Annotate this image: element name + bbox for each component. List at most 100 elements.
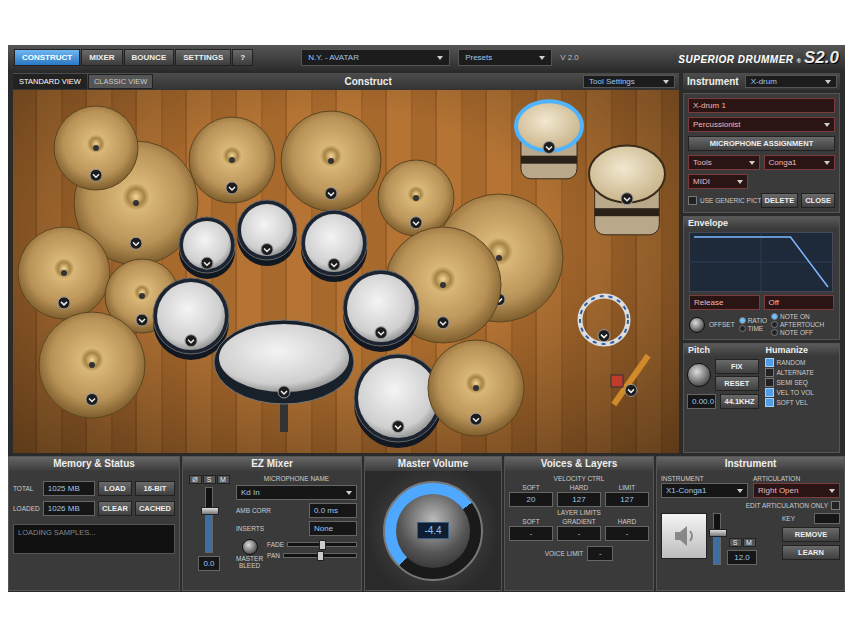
category-dropdown[interactable]: Percussionist [688,117,835,132]
tom-piece[interactable] [354,354,442,448]
mic-dropdown[interactable]: Kd In [236,485,357,500]
main-tab[interactable]: SETTINGS [175,49,231,66]
humanize-option[interactable]: ALTERNATE [765,368,837,377]
velocity-value[interactable]: 127 [605,492,649,507]
main-tab[interactable]: ? [232,49,253,66]
instrument-action-button[interactable]: CLOSE [801,193,835,208]
piece-menu-icon[interactable] [625,384,637,396]
piece-menu-icon[interactable] [226,182,238,194]
envelope-graph[interactable] [689,232,833,292]
fader-handle[interactable] [709,529,727,537]
tom-piece[interactable] [301,210,367,282]
piece-menu-icon[interactable] [621,193,633,205]
layer-value[interactable]: - [557,526,601,541]
microphone-assignment-button[interactable]: MICROPHONE ASSIGNMENT [688,136,835,151]
piece-menu-icon[interactable] [437,317,449,329]
piece-menu-icon[interactable] [410,217,422,229]
instrument-bottom-button[interactable]: LEARN [782,545,840,560]
piece-menu-icon[interactable] [543,141,555,153]
mode-radio[interactable]: RATIO [739,317,767,324]
midi-dropdown[interactable]: MIDI [688,174,748,189]
trigger-radio[interactable]: NOTE OFF [771,329,824,336]
humanize-option[interactable]: SOFT VEL [765,398,837,407]
humanize-option[interactable]: SEMI SEQ [765,378,837,387]
generic-picture-checkbox[interactable]: USE GENERIC PICTURE [688,196,758,205]
pitch-button[interactable]: RESET [715,376,759,391]
channel-button[interactable]: S [729,538,742,547]
voice-limit-value[interactable]: - [587,546,613,561]
master-bleed-knob[interactable] [242,539,258,555]
fader[interactable] [205,487,213,553]
field-value[interactable]: 0.0 ms [309,503,357,518]
view-tab[interactable]: STANDARD VIEW [13,74,87,89]
tools-dropdown[interactable]: Tools [688,155,760,170]
slider[interactable] [287,542,357,547]
envelope-value-field[interactable]: Off [764,295,835,310]
articulation-select[interactable]: Right Open [753,483,840,498]
slider[interactable] [283,553,357,558]
kick-piece[interactable] [214,320,354,432]
tambourine-piece[interactable] [580,296,628,344]
piece-menu-icon[interactable] [325,188,337,200]
preview-pad[interactable] [661,513,707,559]
mode-radio[interactable]: TIME [739,325,767,332]
main-tab[interactable]: MIXER [81,49,122,66]
channel-button[interactable]: M [217,475,230,484]
piece-menu-icon[interactable] [201,257,213,269]
trigger-radio[interactable]: AFTERTOUCH [771,321,824,328]
channel-button[interactable]: Ø [189,475,202,484]
offset-knob[interactable] [689,317,705,333]
tom-piece[interactable] [237,200,297,266]
main-tab[interactable]: CONSTRUCT [14,49,80,66]
cymbal-piece[interactable] [189,117,275,203]
field-value[interactable]: None [309,521,357,536]
pitch-button[interactable]: FIX [715,359,759,374]
piece-menu-icon[interactable] [90,169,102,181]
piece-menu-icon[interactable] [328,258,340,270]
piece-menu-icon[interactable] [185,335,197,347]
piece-menu-icon[interactable] [136,314,148,326]
instrument-fader[interactable] [713,513,721,565]
piece-menu-icon[interactable] [392,421,404,433]
velocity-value[interactable]: 20 [509,492,553,507]
velocity-value[interactable]: 127 [557,492,601,507]
piece-menu-icon[interactable] [58,297,70,309]
cymbal-piece[interactable] [54,106,138,190]
tool-settings-dropdown[interactable]: Tool Settings [583,75,675,88]
layer-value[interactable]: - [509,526,553,541]
conga-piece[interactable] [589,146,665,235]
piece-menu-icon[interactable] [598,330,610,342]
instrument-dropdown[interactable]: Conga1 [764,155,836,170]
memory-button[interactable]: 16-BIT [135,481,175,496]
cymbal-piece[interactable] [18,227,110,319]
instrument-type-dropdown[interactable]: X-drum [745,75,837,88]
fader-handle[interactable] [201,507,219,515]
main-tab[interactable]: BOUNCE [124,49,175,66]
instrument-name-field[interactable]: X-drum 1 [688,98,835,113]
key-field[interactable] [814,513,840,524]
channel-button[interactable]: S [203,475,216,484]
cymbal-piece[interactable] [39,312,145,418]
pitch-knob[interactable] [687,363,711,387]
humanize-option[interactable]: RANDOM [765,358,837,367]
trigger-radio[interactable]: NOTE ON [771,313,824,320]
channel-button[interactable]: M [743,538,756,547]
piece-menu-icon[interactable] [130,237,142,249]
kit-preset-dropdown[interactable]: N.Y. - AVATAR [301,49,450,66]
pitch-value[interactable]: 0.00.0 [687,394,716,409]
cymbal-piece[interactable] [428,340,524,436]
instrument-select[interactable]: X1-Conga1 [661,483,748,498]
tom-piece[interactable] [343,270,419,352]
memory-button[interactable]: LOAD [98,481,132,496]
humanize-option[interactable]: VEL TO VOL [765,388,837,397]
edit-articulation-only-checkbox[interactable]: EDIT ARTICULATION ONLY [661,501,840,510]
cymbal-piece[interactable] [378,160,454,236]
piece-menu-icon[interactable] [86,393,98,405]
memory-button[interactable]: CACHED [135,501,175,516]
instrument-action-button[interactable]: DELETE [761,193,799,208]
cymbal-piece[interactable] [281,111,381,211]
piece-menu-icon[interactable] [375,327,387,339]
piece-menu-icon[interactable] [261,244,273,256]
piece-menu-icon[interactable] [278,386,290,398]
stick-piece[interactable] [611,354,651,407]
